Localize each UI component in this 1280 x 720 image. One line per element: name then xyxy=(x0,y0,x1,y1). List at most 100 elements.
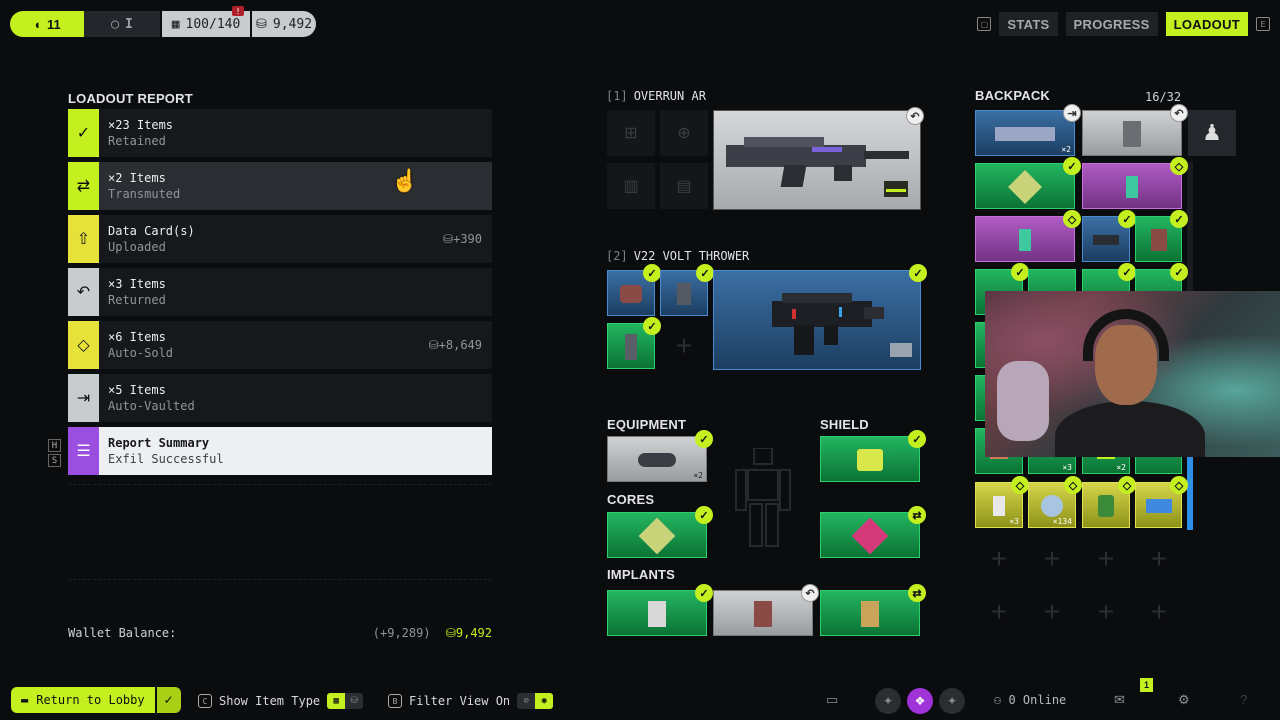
volt-thrower-icon xyxy=(772,293,912,357)
retained-check-icon: ✓ xyxy=(695,430,713,448)
secondary-mod-slot[interactable]: ✓ xyxy=(660,264,714,316)
confirm-chevron-icon[interactable]: ✓ xyxy=(156,687,181,713)
primary-weapon-title: [1] OVERRUN AR xyxy=(606,89,706,103)
empty-backpack-slot[interactable]: + xyxy=(1082,536,1130,582)
empty-backpack-slot[interactable]: + xyxy=(1028,589,1076,635)
empty-mod-slot[interactable]: + xyxy=(660,323,708,369)
backpack-item[interactable]: ◇ xyxy=(1135,476,1188,528)
eye-off-icon: ⊘ xyxy=(517,693,536,709)
sold-badge-icon: ◇ xyxy=(1063,210,1081,228)
mail-icon[interactable]: ✉ xyxy=(1114,692,1125,708)
mod-mag-icon xyxy=(625,333,637,360)
help-icon[interactable]: ? xyxy=(1240,692,1247,707)
wallet-delta: (+9,289) xyxy=(372,626,431,640)
sold-badge-icon: ◇ xyxy=(1011,476,1029,494)
primary-weapon-slot[interactable]: ↶ xyxy=(713,107,924,210)
backpack-body-icon[interactable]: ♟ xyxy=(1188,110,1236,156)
item-type-toggle[interactable]: ▦ ⛁ xyxy=(327,693,364,709)
settings-gear-icon[interactable]: ⚙ xyxy=(1178,692,1190,708)
empty-backpack-slot[interactable]: + xyxy=(1028,536,1076,582)
retained-check-icon: ✓ xyxy=(1170,263,1188,281)
empty-backpack-slot[interactable]: + xyxy=(975,536,1023,582)
friends-icon: ⚇ xyxy=(994,693,1002,707)
retained-check-icon: ✓ xyxy=(909,264,927,282)
report-row-retained[interactable]: ✓ ×23 Items Retained xyxy=(68,109,492,157)
retained-check-icon: ✓ xyxy=(1063,157,1081,175)
capacity-alert-badge: ! xyxy=(232,6,244,16)
backpack-item[interactable]: ◇ ×134 xyxy=(1028,476,1082,528)
tab-progress[interactable]: PROGRESS xyxy=(1065,12,1158,36)
report-row-auto-sold[interactable]: ◇ ×6 Items Auto-Sold ⛁+8,649 xyxy=(68,321,492,369)
mod-chip-icon xyxy=(620,284,642,303)
core-slot[interactable]: ⇄ xyxy=(820,506,926,558)
backpack-item[interactable]: ◇ xyxy=(975,210,1081,262)
report-row-summary[interactable]: ☰ Report Summary Exfil Successful xyxy=(68,427,492,475)
retained-check-icon: ✓ xyxy=(695,584,713,602)
report-row-auto-vaulted[interactable]: ⇥ ×5 Items Auto-Vaulted xyxy=(68,374,492,422)
player-level[interactable]: ◖ 11 xyxy=(10,11,84,37)
backpack-item[interactable]: ✓ xyxy=(975,157,1081,209)
transmute-icon: ⇄ xyxy=(68,162,99,210)
core-slot[interactable]: ✓ xyxy=(607,506,713,558)
data-card-icon xyxy=(993,495,1005,516)
chat-icon[interactable]: ▭ xyxy=(826,692,838,708)
report-row-transmuted[interactable]: ⇄ ×2 Items Transmuted xyxy=(68,162,492,210)
webcam-overlay xyxy=(985,291,1280,457)
wallet-total: ⛁9,492 xyxy=(445,626,492,640)
mod-slot-mag-icon[interactable]: ▥ xyxy=(607,163,655,209)
core-cube-icon xyxy=(1008,169,1042,204)
vault-in-icon: ⇥ xyxy=(68,374,99,422)
secondary-mod-slot[interactable]: ✓ xyxy=(607,264,661,316)
backpack-item[interactable]: ◇ xyxy=(1082,476,1136,528)
backpack-item[interactable]: ✓ xyxy=(1082,210,1136,262)
player-avatar-icon[interactable]: ❖ xyxy=(907,688,933,714)
player-status-bar: ◖ 11 ◯ I ▦ 100/140 ! ⛁ 9,492 xyxy=(10,6,316,37)
show-item-type-option[interactable]: C Show Item Type ▦ ⛁ xyxy=(198,693,364,709)
coin-icon: ⛁ xyxy=(255,16,267,32)
retained-check-icon: ✓ xyxy=(1118,263,1136,281)
empty-backpack-slot[interactable]: + xyxy=(1135,589,1183,635)
returned-badge-icon: ↶ xyxy=(1170,104,1188,122)
secondary-weapon-slot[interactable]: ✓ xyxy=(713,264,927,370)
implant-slot[interactable]: ⇄ xyxy=(820,584,926,636)
tab-stats[interactable]: STATS xyxy=(999,12,1058,36)
item-icon xyxy=(1150,228,1167,251)
transmuted-badge-icon: ⇄ xyxy=(908,584,926,602)
tab-loadout[interactable]: LOADOUT xyxy=(1165,12,1248,36)
empty-backpack-slot[interactable]: + xyxy=(975,589,1023,635)
report-title: LOADOUT REPORT xyxy=(68,91,193,106)
filter-toggle[interactable]: ⊘ ◉ xyxy=(517,693,554,709)
backpack-item[interactable]: ◇ xyxy=(1082,157,1188,209)
mod-slot-chip-icon[interactable]: ⊞ xyxy=(607,110,655,156)
backpack-item[interactable]: ✓ xyxy=(1135,210,1188,262)
mod-slot-barrel-icon[interactable]: ▤ xyxy=(660,163,708,209)
online-count[interactable]: ⚇ 0 Online xyxy=(994,693,1066,707)
implant-slot[interactable]: ↶ xyxy=(713,584,819,636)
backpack-item[interactable]: ↶ xyxy=(1082,104,1188,156)
backpack-item[interactable]: ⇥ ×2 xyxy=(975,104,1081,156)
shield-slot[interactable]: ✓ xyxy=(820,430,926,482)
item-icon xyxy=(1145,498,1172,513)
empty-backpack-slot[interactable]: + xyxy=(1082,589,1130,635)
squad-slot-icon[interactable]: ✦ xyxy=(939,688,965,714)
backpack-item[interactable]: ◇ ×3 xyxy=(975,476,1029,528)
report-row-returned[interactable]: ↶ ×3 Items Returned xyxy=(68,268,492,316)
filter-view-option[interactable]: B Filter View On ⊘ ◉ xyxy=(388,693,554,709)
player-rank[interactable]: ◯ I xyxy=(84,11,160,37)
coin-stack-icon xyxy=(1041,494,1063,517)
squad-slot-icon[interactable]: ✦ xyxy=(875,688,901,714)
retained-check-icon: ✓ xyxy=(696,264,714,282)
empty-backpack-slot[interactable]: + xyxy=(1135,536,1183,582)
implant-slot[interactable]: ✓ xyxy=(607,584,713,636)
return-to-lobby-button[interactable]: ▬ Return to Lobby ✓ xyxy=(11,687,181,713)
vaulted-badge-icon: ⇥ xyxy=(1063,104,1081,122)
secondary-mod-slot[interactable]: ✓ xyxy=(607,317,661,369)
currency-display[interactable]: ⛁ 9,492 xyxy=(252,11,316,37)
vault-capacity[interactable]: ▦ 100/140 ! xyxy=(162,6,250,37)
mod-slot-sight-icon[interactable]: ⊕ xyxy=(660,110,708,156)
report-row-data-cards[interactable]: ⇧ Data Card(s) Uploaded ⛁+390 xyxy=(68,215,492,263)
retained-check-icon: ✓ xyxy=(695,506,713,524)
equipment-slot[interactable]: ×2 ✓ xyxy=(607,430,713,482)
hotkey-s: S xyxy=(48,454,61,467)
retained-check-icon: ✓ xyxy=(1170,210,1188,228)
